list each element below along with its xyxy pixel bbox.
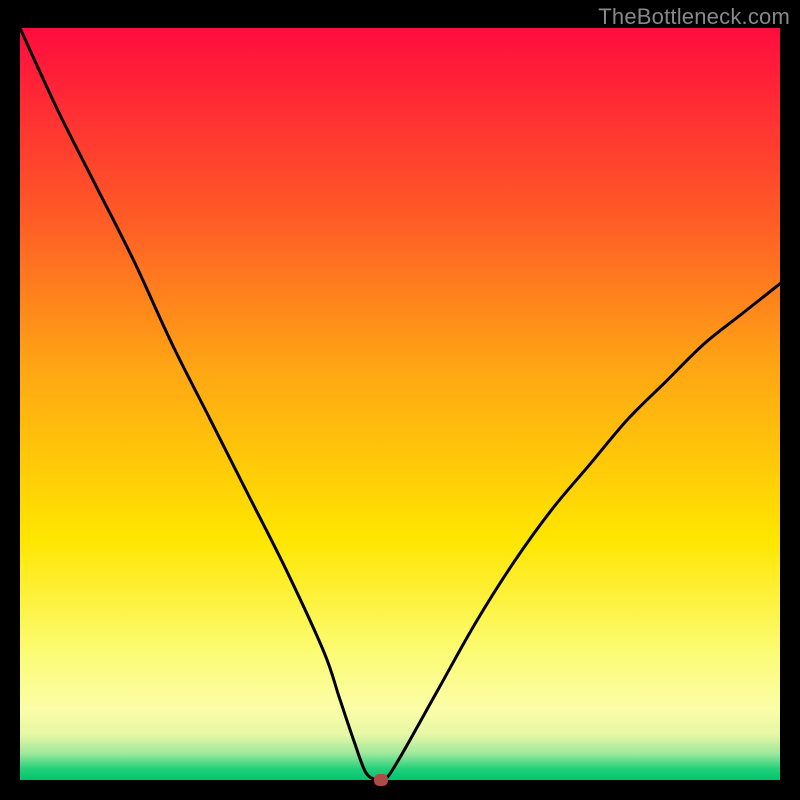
chart-container: TheBottleneck.com — [0, 0, 800, 800]
plot-background — [20, 28, 780, 780]
watermark-label: TheBottleneck.com — [598, 4, 790, 30]
bottleneck-chart — [0, 0, 800, 800]
optimal-point-marker — [374, 774, 388, 786]
